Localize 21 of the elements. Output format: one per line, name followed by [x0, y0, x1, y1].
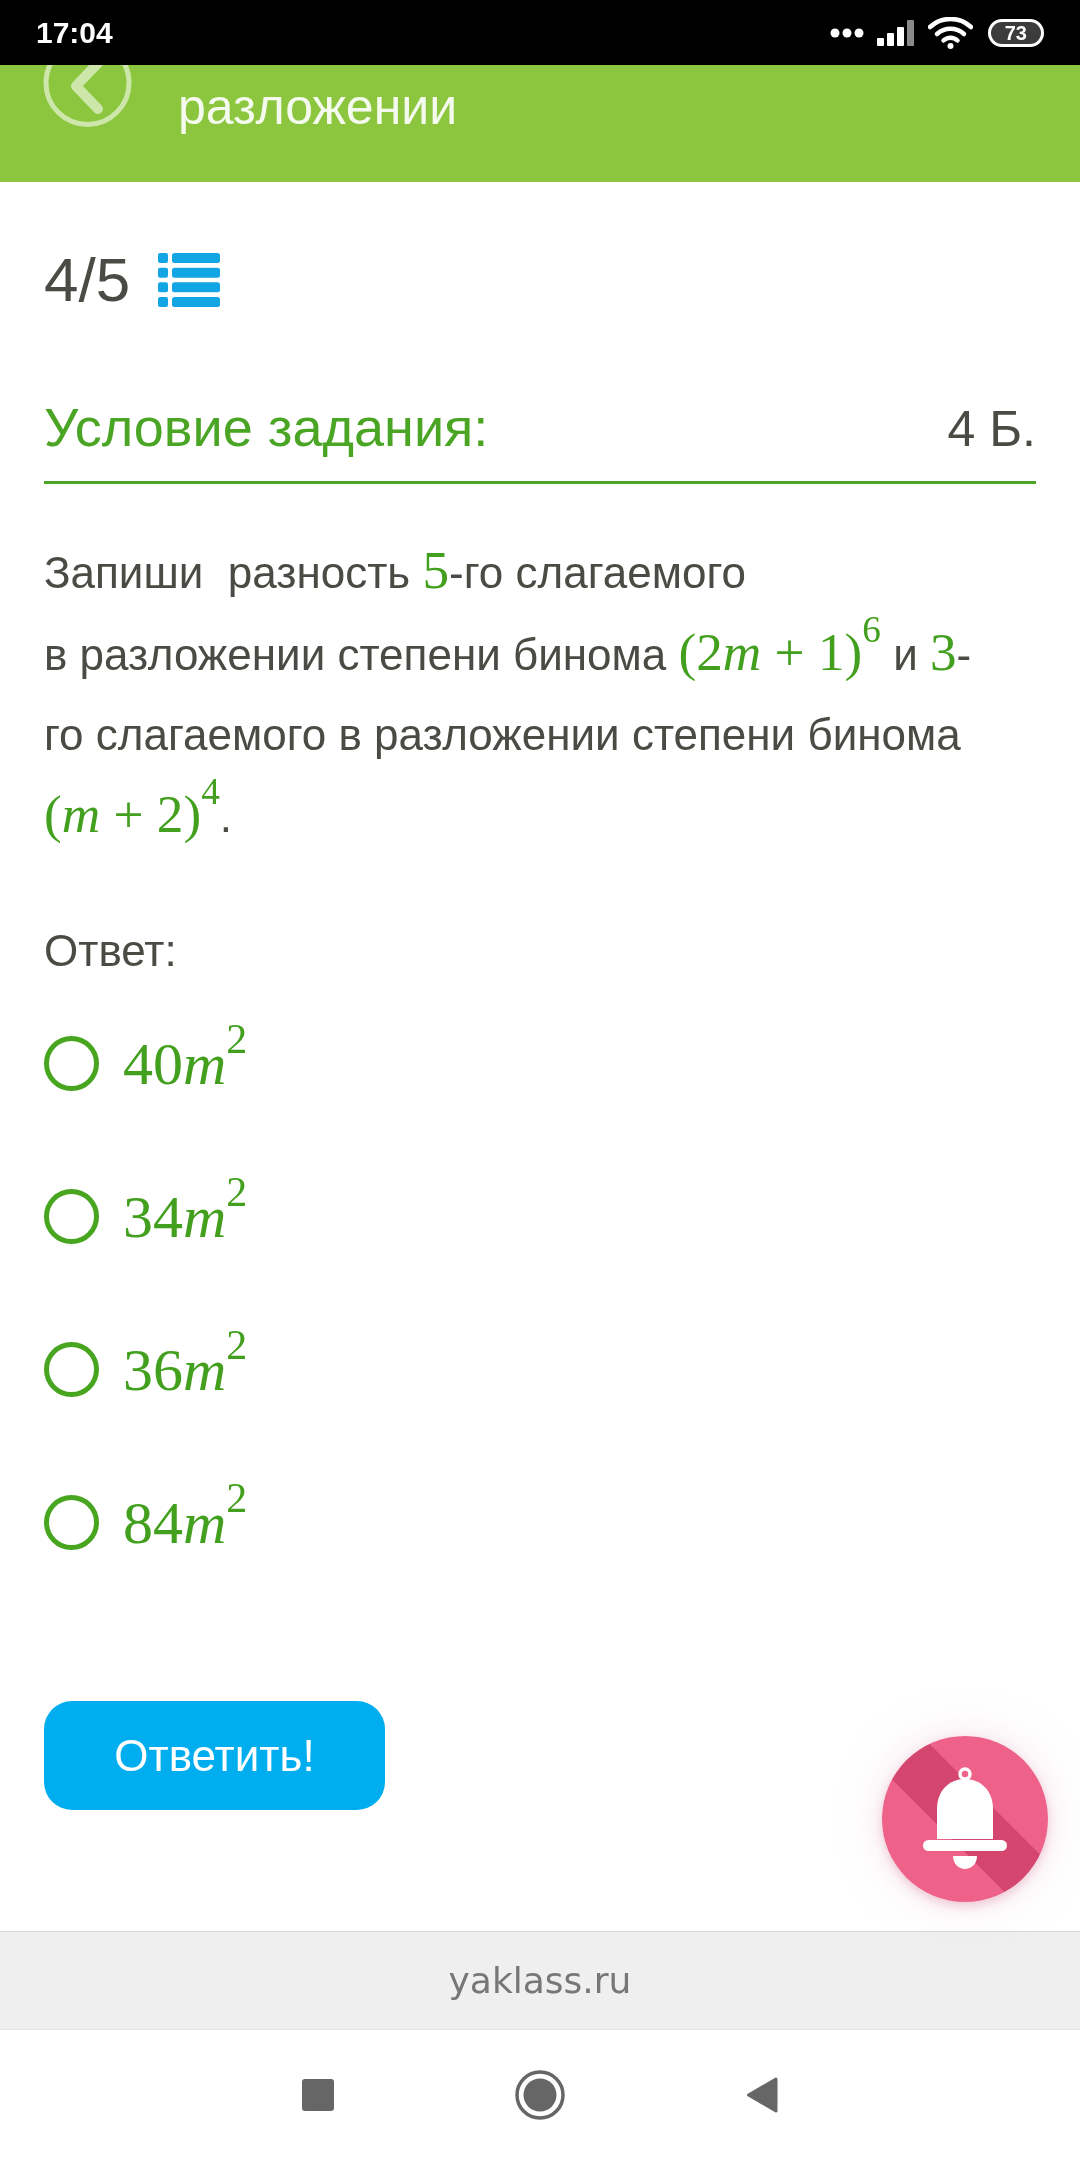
more-dots-icon [829, 27, 864, 38]
points-label: 4 Б. [947, 400, 1036, 459]
question-text: Запиши разность 5-го слагаемого в разложении степени бинома (2m + 1)$^{6}$ и 3-го слагаемого в разложении степени бинома (m + 2)$^{4}$. [44, 540, 973, 846]
bell-icon [923, 1767, 1007, 1871]
submit-button[interactable]: Ответить! [44, 1701, 385, 1810]
radio-button[interactable] [44, 1036, 99, 1091]
section-heading: Условие задания: [44, 396, 489, 459]
wifi-icon [927, 16, 973, 49]
radio-button[interactable] [44, 1342, 99, 1397]
status-time: 17:04 [36, 14, 113, 51]
answer-label: Ответ: [44, 925, 177, 977]
radio-button[interactable] [44, 1189, 99, 1244]
signal-icon [876, 19, 915, 46]
triangle-icon[interactable] [746, 2077, 778, 2113]
header-title: разложении [178, 78, 458, 137]
radio-button[interactable] [44, 1495, 99, 1550]
circle-icon[interactable] [515, 2070, 565, 2120]
task-counter: 4/5 [44, 245, 131, 315]
list-icon[interactable] [158, 253, 221, 307]
battery-indicator: 73 [987, 18, 1044, 47]
site-address: yaklass.ru [448, 1958, 632, 2003]
